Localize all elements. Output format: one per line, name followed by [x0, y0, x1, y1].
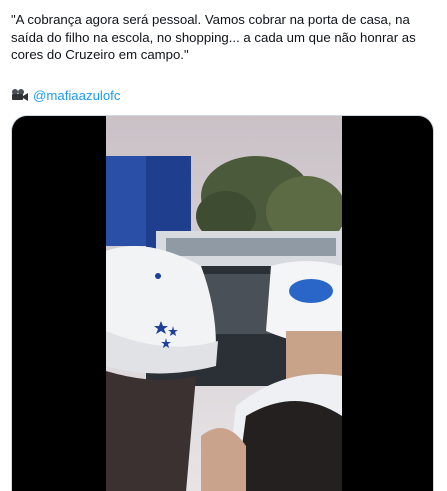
movie-camera-icon — [11, 88, 29, 102]
handle-link[interactable]: @mafiaazulofc — [33, 88, 120, 103]
video-player[interactable] — [11, 115, 434, 491]
tweet-text: "A cobrança agora será pessoal. Vamos co… — [11, 12, 416, 62]
video-frame — [106, 116, 342, 491]
credit-line: @mafiaazulofc — [11, 86, 120, 104]
